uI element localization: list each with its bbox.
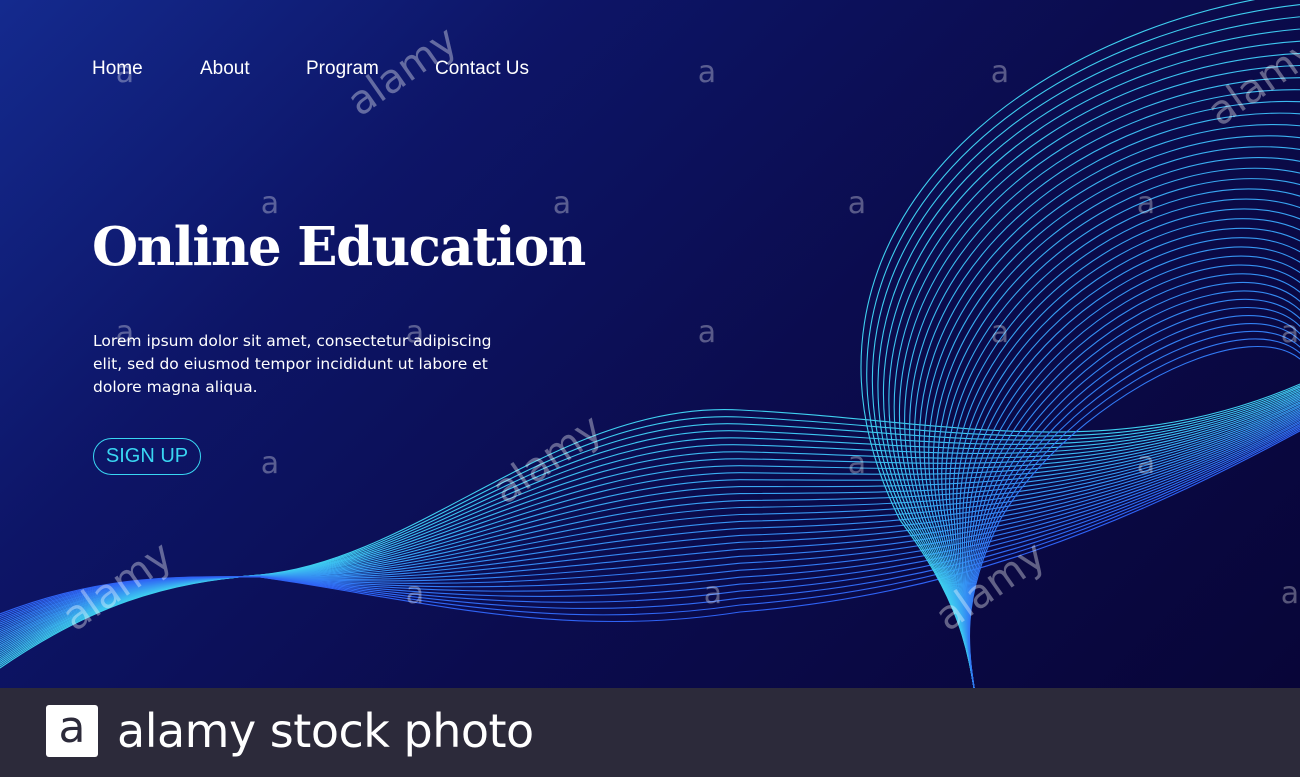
wave-line [0,383,1300,669]
logo-letter: a [58,702,86,753]
sign-up-button[interactable]: SIGN UP [93,438,201,475]
nav-about[interactable]: About [200,58,250,80]
wave-line [0,388,1300,663]
wave-line [937,167,1300,688]
wave-line [0,385,1300,667]
wave-line [966,290,1300,688]
hero-description: Lorem ipsum dolor sit amet, consectetur … [93,332,492,396]
wave-line [968,330,1300,688]
wave-line [0,393,1300,658]
wave-line [0,394,1300,656]
page-title: Online Education [92,216,586,278]
nav-contact-us[interactable]: Contact Us [435,58,529,80]
stock-photo-banner: a alamy stock photo [0,688,1300,777]
wave-line [0,391,1300,660]
nav-program[interactable]: Program [306,58,379,80]
wave-line [0,405,1300,643]
wave-line [0,396,1300,654]
banner-text: alamy stock photo [117,704,534,758]
alamy-logo-icon: a [46,705,98,757]
wave-line [965,264,1300,688]
wave-line [941,178,1300,688]
nav-home[interactable]: Home [92,58,143,80]
wave-line [966,282,1300,688]
hero-section: Home About Program Contact Us Online Edu… [0,0,1300,688]
wave-line [0,386,1300,665]
wave-line [968,315,1300,688]
